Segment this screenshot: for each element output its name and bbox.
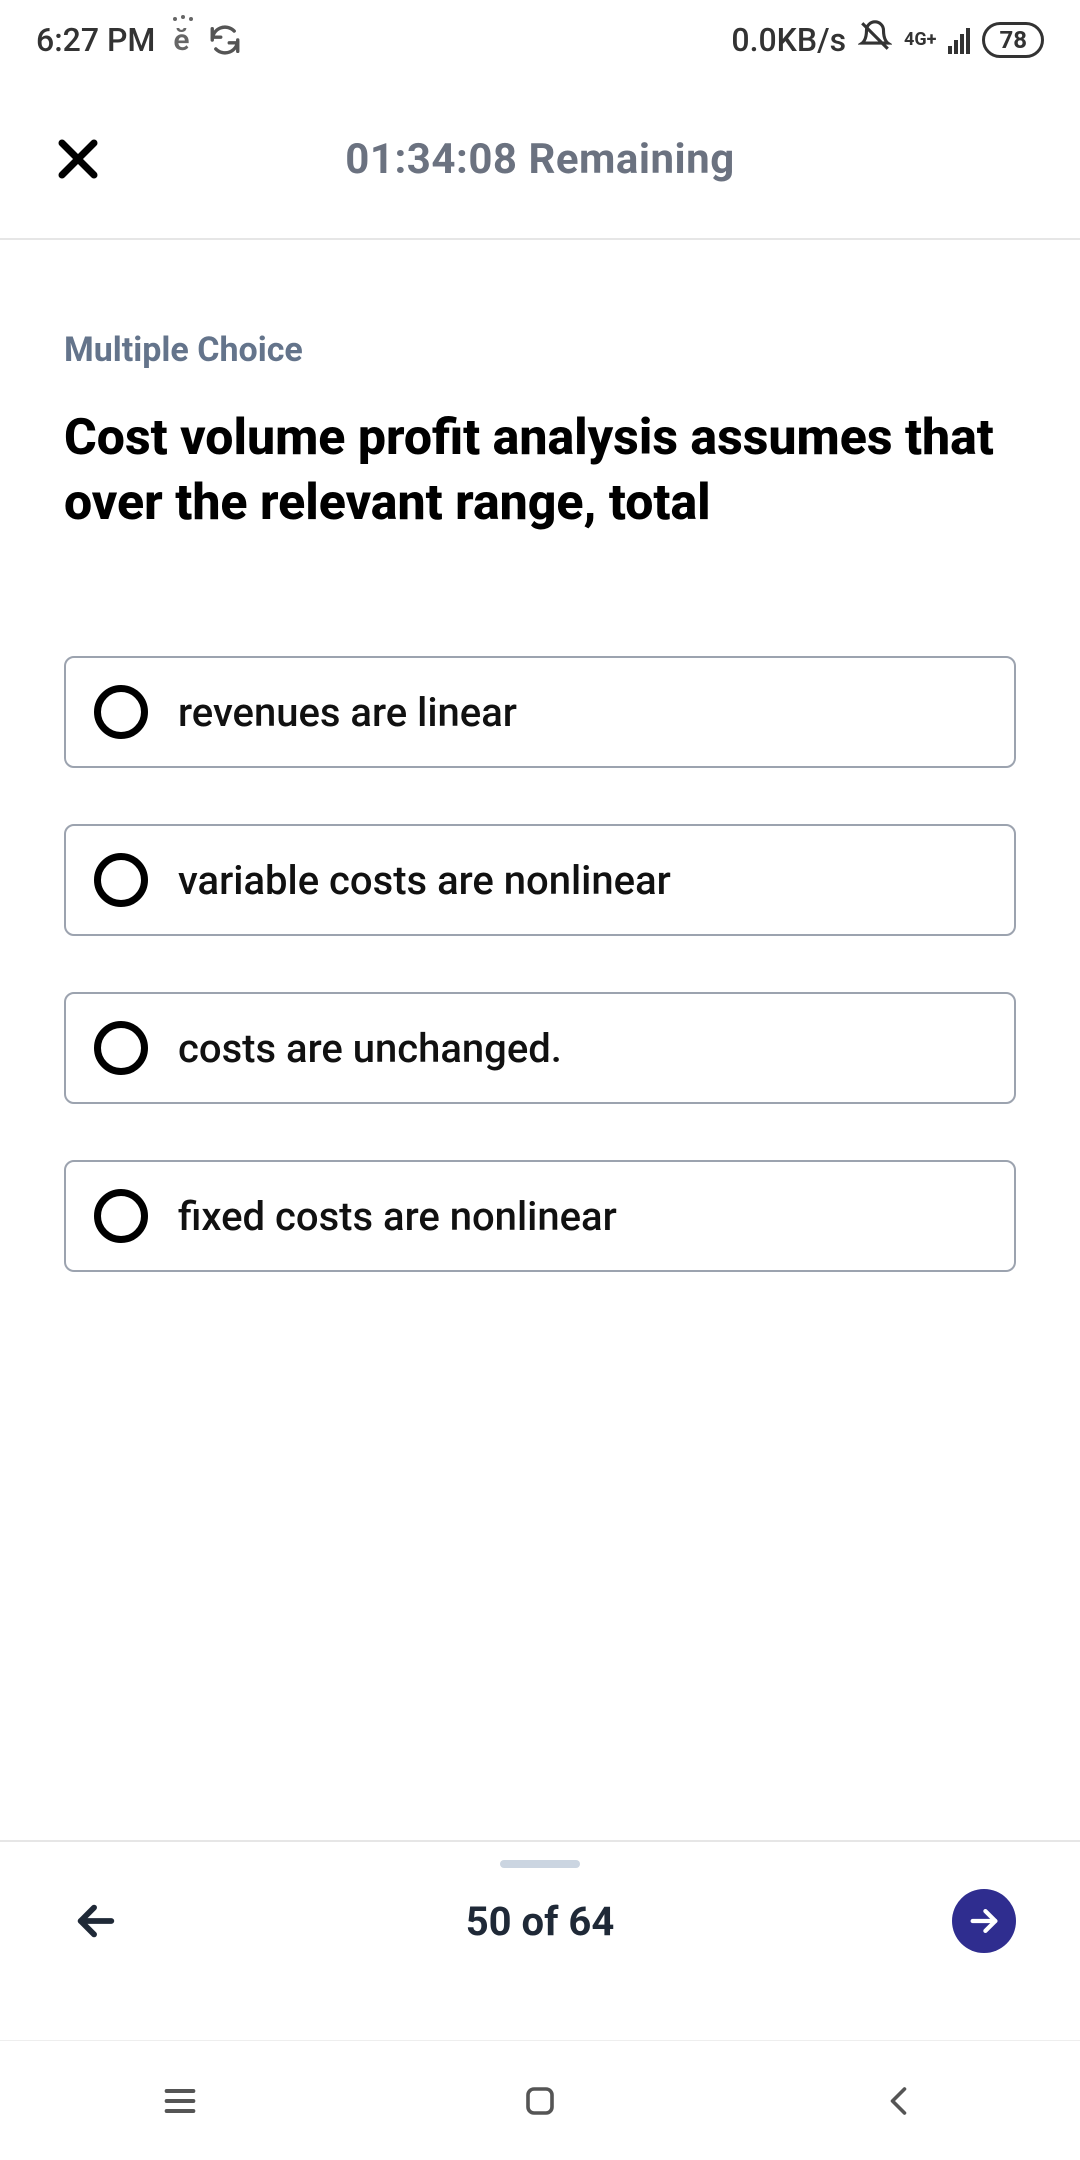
next-button[interactable] [952,1889,1016,1953]
network-label: 4G+ [904,31,936,49]
system-nav-bar [0,2040,1080,2160]
option-1[interactable]: revenues are linear [64,656,1016,768]
progress-text: 50 of 64 [466,1898,615,1945]
option-label: revenues are linear [178,689,517,736]
square-icon [522,2083,558,2119]
back-button[interactable] [870,2071,930,2131]
radio-icon [94,1021,148,1075]
sync-icon [208,23,242,57]
status-right: 0.0KB/s 4G+ 78 [731,19,1044,61]
chevron-left-icon [882,2083,918,2119]
drag-handle[interactable] [500,1860,580,1868]
arrow-right-icon [967,1904,1001,1938]
option-label: fixed costs are nonlinear [178,1193,617,1240]
app-indicator-icon: ĕ [173,23,189,58]
options-list: revenues are linear variable costs are n… [64,656,1016,1272]
question-text: Cost volume profit analysis assumes that… [64,406,1016,536]
radio-icon [94,1189,148,1243]
home-button[interactable] [510,2071,570,2131]
recent-apps-button[interactable] [150,2071,210,2131]
status-bar: 6:27 PM ĕ 0.0KB/s 4G+ 78 [0,0,1080,80]
battery-pill: 78 [982,22,1044,58]
footer-nav: 50 of 64 [0,1840,1080,2000]
arrow-left-icon [73,1898,119,1944]
timer-text: 01:34:08 Remaining [108,135,1032,184]
option-3[interactable]: costs are unchanged. [64,992,1016,1104]
menu-icon [160,2081,200,2121]
signal-icon [948,26,970,54]
data-rate: 0.0KB/s [731,21,846,59]
close-button[interactable] [48,129,108,189]
option-label: costs are unchanged. [178,1025,562,1072]
radio-icon [94,853,148,907]
option-2[interactable]: variable costs are nonlinear [64,824,1016,936]
option-4[interactable]: fixed costs are nonlinear [64,1160,1016,1272]
question-area: Multiple Choice Cost volume profit analy… [0,240,1080,1272]
radio-icon [94,685,148,739]
close-icon [54,135,102,183]
app-header: 01:34:08 Remaining [0,80,1080,240]
battery-value: 78 [999,26,1027,54]
question-type-label: Multiple Choice [64,330,1016,370]
mute-icon [858,19,892,61]
prev-button[interactable] [64,1889,128,1953]
status-left: 6:27 PM ĕ [36,21,242,59]
option-label: variable costs are nonlinear [178,857,671,904]
status-time: 6:27 PM [36,21,155,59]
